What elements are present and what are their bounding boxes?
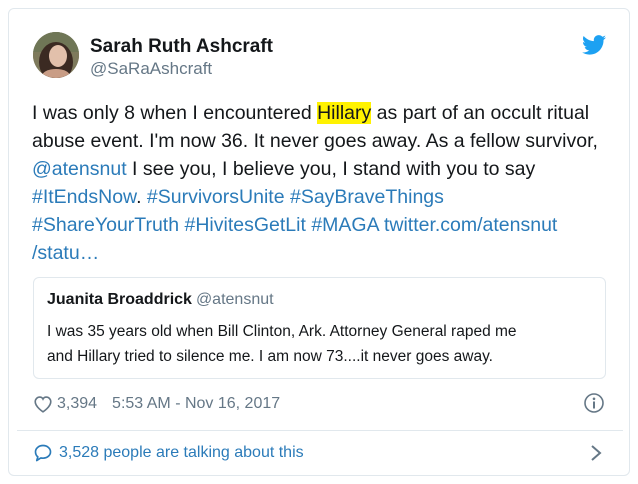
heart-icon[interactable] — [33, 395, 53, 413]
quoted-text-line: and Hillary tried to silence me. I am no… — [47, 348, 493, 365]
speech-bubble-icon — [34, 444, 52, 462]
quoted-author-name: Juanita Broaddrick — [47, 291, 192, 308]
hashtag-link[interactable]: #MAGA — [311, 214, 378, 236]
quoted-author: Juanita Broaddrick @atensnut — [47, 291, 274, 309]
author-name[interactable]: Sarah Ruth Ashcraft — [90, 36, 273, 58]
chevron-right-icon[interactable] — [589, 444, 603, 462]
quoted-tweet[interactable]: Juanita Broaddrick @atensnut I was 35 yea… — [33, 277, 606, 379]
hashtag-link[interactable]: #SayBraveThings — [290, 186, 444, 208]
quoted-tweet-text: I was 35 years old when Bill Clinton, Ar… — [47, 319, 587, 369]
url-link-continued[interactable]: /statu… — [32, 242, 99, 264]
conversation-label: 3,528 people are talking about this — [59, 444, 304, 461]
quoted-text-line: I was 35 years old when Bill Clinton, Ar… — [47, 323, 517, 340]
conversation-link[interactable]: 3,528 people are talking about this — [33, 441, 304, 465]
url-link[interactable]: twitter.com/atensnut — [384, 214, 557, 236]
hashtag-link[interactable]: #SurvivorsUnite — [147, 186, 285, 208]
like-count[interactable]: 3,394 — [57, 395, 97, 413]
tweet-card: Sarah Ruth Ashcraft @SaRaAshcraft I was … — [8, 8, 630, 476]
avatar[interactable] — [33, 32, 79, 78]
author-handle[interactable]: @SaRaAshcraft — [90, 59, 212, 79]
highlighted-word: Hillary — [317, 102, 372, 124]
timestamp[interactable]: 5:53 AM - Nov 16, 2017 — [112, 395, 280, 413]
divider — [17, 430, 623, 431]
tweet-text: I was only 8 when I encountered Hillary … — [32, 102, 598, 264]
quoted-author-handle: @atensnut — [195, 291, 274, 308]
tweet-meta: 3,394 5:53 AM - Nov 16, 2017 — [33, 393, 280, 415]
tweet-text-part: I was only 8 when I encountered — [32, 102, 318, 124]
hashtag-link[interactable]: #ItEndsNow — [32, 186, 136, 208]
info-icon[interactable] — [583, 392, 605, 414]
hashtag-link[interactable]: #ShareYourTruth — [32, 214, 179, 236]
twitter-bird-icon[interactable] — [582, 35, 606, 55]
mention-link[interactable]: @atensnut — [32, 158, 127, 180]
tweet-text-part: I see you, I believe you, I stand with y… — [126, 158, 536, 180]
hashtag-link[interactable]: #HivitesGetLit — [185, 214, 306, 236]
